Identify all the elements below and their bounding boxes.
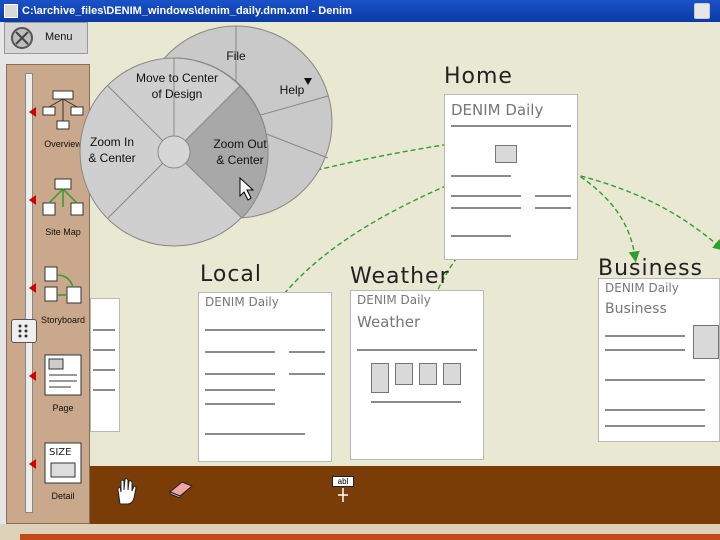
eraser-tool-icon[interactable] — [168, 480, 194, 498]
status-bar — [0, 524, 720, 540]
business-sketch-title: DENIM Daily — [605, 281, 679, 295]
business-sketch-sub: Business — [605, 301, 667, 317]
menu-label: Menu — [45, 31, 73, 43]
pie-zoom-out-item[interactable]: Zoom Out & Center — [204, 136, 276, 168]
home-page[interactable]: DENIM Daily — [444, 94, 578, 260]
zoom-slider-handle[interactable] — [11, 319, 37, 343]
pie-zoom-in-item[interactable]: Zoom In & Center — [80, 134, 144, 166]
page-thumbnail-icon — [44, 354, 82, 396]
local-sketch-title: DENIM Daily — [205, 295, 279, 309]
zoom-level-label: Storyboard — [40, 315, 86, 325]
partial-page[interactable] — [90, 298, 120, 432]
pie-menu[interactable]: File Help Move to Center of Design Zoom … — [76, 18, 416, 278]
zoom-level-label: Detail — [51, 491, 75, 501]
level-marker-icon — [29, 283, 36, 293]
status-strip — [20, 534, 720, 540]
hand-tool-icon[interactable] — [112, 476, 142, 506]
zoom-level-label: Page — [52, 403, 74, 413]
home-sketch-title: DENIM Daily — [451, 101, 544, 119]
weather-page[interactable]: DENIM Daily Weather — [350, 290, 484, 460]
detail-thumbnail-icon: SIZE — [44, 442, 82, 484]
weather-sketch-title: DENIM Daily — [357, 293, 431, 307]
pie-help-item[interactable]: Help — [272, 82, 312, 98]
menu-x-icon — [11, 27, 33, 49]
level-marker-icon — [29, 195, 36, 205]
text-tool-label: abl — [332, 476, 354, 487]
level-marker-icon — [29, 371, 36, 381]
pie-file-item[interactable]: File — [216, 48, 256, 64]
svg-text:SIZE: SIZE — [49, 447, 71, 458]
window-control-button[interactable] — [694, 3, 710, 19]
zoom-level-detail[interactable]: SIZE Detail — [29, 441, 89, 521]
weather-sketch-sub: Weather — [357, 313, 421, 331]
tool-palette: abl — [90, 466, 720, 524]
business-page[interactable]: DENIM Daily Business — [598, 278, 720, 442]
text-tool-icon[interactable]: abl — [332, 476, 354, 502]
pie-move-center-item[interactable]: Move to Center of Design — [122, 70, 232, 102]
level-marker-icon — [29, 107, 36, 117]
zoom-slider-track[interactable] — [25, 73, 33, 513]
local-page[interactable]: DENIM Daily — [198, 292, 332, 462]
app-icon — [4, 4, 18, 18]
level-marker-icon — [29, 459, 36, 469]
window-title: C:\archive_files\DENIM_windows\denim_dai… — [22, 5, 352, 17]
home-page-label: Home — [444, 64, 513, 89]
zoom-level-page[interactable]: Page — [29, 353, 89, 433]
